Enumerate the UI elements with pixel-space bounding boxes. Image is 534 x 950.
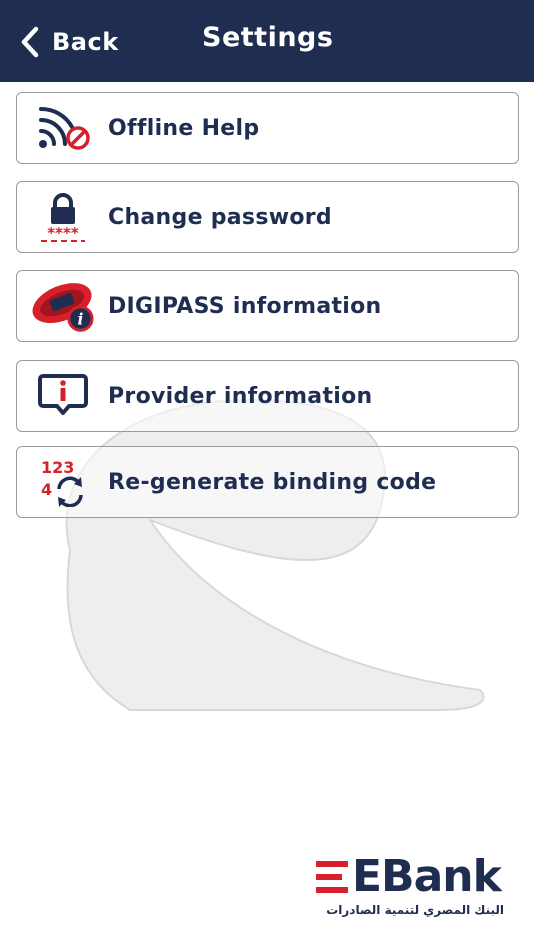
regenerate-code-icon: 123 4 <box>31 447 95 517</box>
chevron-left-icon <box>21 26 39 58</box>
page-title: Settings <box>202 22 334 53</box>
svg-text:****: **** <box>47 224 79 242</box>
ebank-logo: EBank البنك المصري لتنمية الصادرات <box>314 851 514 925</box>
menu-item-label: Re-generate binding code <box>108 469 437 495</box>
menu-item-label: Provider information <box>108 383 373 409</box>
bank-arabic-name: البنك المصري لتنمية الصادرات <box>326 903 504 917</box>
svg-text:4: 4 <box>41 480 52 499</box>
menu-item-provider-information[interactable]: Provider information <box>16 360 519 432</box>
back-label: Back <box>52 28 119 56</box>
menu-item-change-password[interactable]: **** Change password <box>16 181 519 253</box>
digipass-token-icon: i <box>31 271 95 341</box>
wifi-off-icon <box>31 93 95 163</box>
password-lock-icon: **** <box>31 182 95 252</box>
menu-item-digipass-information[interactable]: i DIGIPASS information <box>16 270 519 342</box>
menu-item-label: Change password <box>108 204 332 230</box>
logo-wordmark: EBank <box>352 851 502 902</box>
menu-item-label: Offline Help <box>108 115 260 141</box>
info-message-icon <box>31 361 95 431</box>
back-button[interactable]: Back <box>20 25 119 59</box>
svg-text:123: 123 <box>41 458 74 477</box>
menu-item-label: DIGIPASS information <box>108 293 382 319</box>
svg-text:i: i <box>78 309 84 328</box>
header-bar: Back Settings <box>0 0 534 82</box>
logo-mark <box>316 861 348 893</box>
menu-item-regenerate-binding-code[interactable]: 123 4 Re-generate binding code <box>16 446 519 518</box>
menu-item-offline-help[interactable]: Offline Help <box>16 92 519 164</box>
